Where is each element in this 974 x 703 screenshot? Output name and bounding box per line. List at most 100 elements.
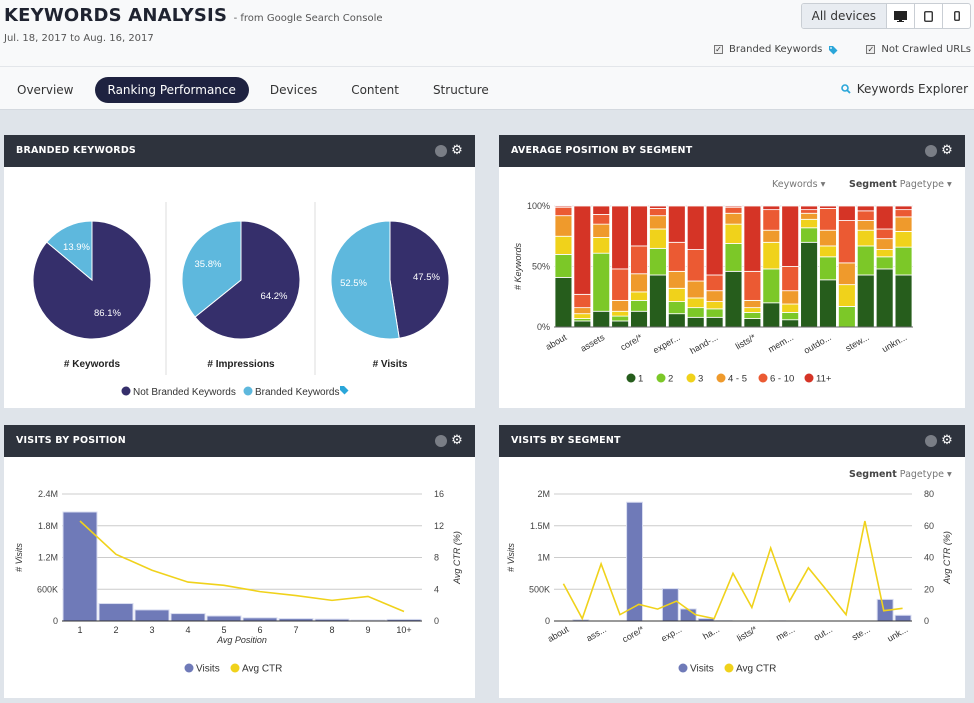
x-tick-label: ass... — [584, 624, 608, 643]
stacked-bar-segment — [592, 205, 611, 215]
stacked-bar-segment — [592, 223, 611, 238]
y-tick-label: 1.5M — [530, 521, 550, 531]
panel-header: BRANDED KEYWORDS ⚙ — [4, 135, 475, 167]
pie-label-branded: 52.5% — [340, 278, 367, 289]
legend-label: 4 - 5 — [728, 374, 747, 385]
stacked-bar-segment — [649, 205, 667, 209]
stacked-bar-segment — [592, 214, 611, 225]
stacked-bar-segment — [611, 315, 629, 322]
y2-tick-label: 4 — [434, 584, 439, 594]
y-axis-label: # Visits — [14, 543, 24, 572]
stacked-bar-segment — [875, 268, 894, 328]
visits-bar — [661, 588, 679, 622]
tag-icon — [340, 386, 349, 395]
tablet-button[interactable] — [914, 4, 942, 28]
tab-devices[interactable]: Devices — [253, 77, 334, 103]
stacked-bar-segment — [667, 313, 686, 328]
all-devices-button[interactable]: All devices — [801, 4, 886, 28]
stacked-bar-segment — [554, 235, 573, 255]
stacked-bar-segment — [838, 306, 856, 328]
date-range[interactable]: Jul. 18, 2017 to Aug. 16, 2017 — [4, 33, 154, 44]
x-tick-label: 2 — [113, 625, 118, 635]
not-crawled-urls-label: Not Crawled URLs — [881, 44, 971, 55]
y-axis-label: # Visits — [506, 543, 516, 572]
y-tick-label: 50% — [532, 262, 550, 272]
branded-keywords-filter[interactable]: ✓ Branded Keywords — [714, 44, 838, 55]
stacked-bar-segment — [781, 312, 800, 321]
y2-tick-label: 12 — [434, 521, 444, 531]
x-tick-label: 7 — [293, 625, 298, 635]
tab-bar: Overview Ranking Performance Devices Con… — [0, 77, 506, 103]
branded-keywords-label: Branded Keywords — [729, 44, 823, 55]
stacked-bar-segment — [649, 247, 667, 276]
visits-bar — [62, 511, 98, 622]
stacked-bar-segment — [649, 208, 667, 217]
legend-swatch — [758, 373, 768, 383]
header-divider — [0, 66, 974, 67]
stacked-bar-segment — [743, 307, 762, 313]
stacked-bar-segment — [630, 299, 648, 312]
gear-icon[interactable]: ⚙ — [451, 144, 463, 157]
x-tick-label: 3 — [149, 625, 154, 635]
tab-structure[interactable]: Structure — [416, 77, 506, 103]
export-icon[interactable] — [925, 144, 938, 157]
export-icon[interactable] — [435, 434, 448, 447]
top-bar: KEYWORDS ANALYSIS - from Google Search C… — [0, 0, 974, 110]
export-icon[interactable] — [925, 434, 938, 447]
legend-label: 1 — [638, 374, 643, 385]
x-tick-label: lists/* — [735, 624, 759, 644]
stacked-bar-segment — [592, 310, 611, 328]
stacked-bar-segment — [894, 231, 913, 248]
mobile-icon — [953, 11, 960, 21]
tab-overview[interactable]: Overview — [0, 77, 91, 103]
stacked-bar-segment — [686, 297, 705, 309]
x-tick-label: ha... — [701, 624, 721, 641]
stacked-bar-segment — [894, 246, 913, 276]
average-position-panel: AVERAGE POSITION BY SEGMENT ⚙ Keywords ▾… — [499, 135, 965, 408]
ctr-line — [79, 520, 405, 613]
tab-ranking-performance[interactable]: Ranking Performance — [94, 77, 249, 103]
checkbox[interactable]: ✓ — [866, 45, 876, 54]
stacked-bar-segment — [573, 320, 592, 328]
stacked-bar-segment — [592, 237, 611, 254]
mobile-button[interactable] — [942, 4, 970, 28]
gear-icon[interactable]: ⚙ — [941, 434, 953, 447]
pie-label-branded: 35.8% — [195, 259, 222, 270]
x-tick-label: ste... — [850, 624, 872, 642]
tab-content[interactable]: Content — [334, 77, 416, 103]
gear-icon[interactable]: ⚙ — [941, 144, 953, 157]
checkbox[interactable]: ✓ — [714, 45, 723, 54]
stacked-bar-segment — [856, 210, 875, 221]
panel-header: VISITS BY SEGMENT ⚙ — [499, 425, 965, 457]
panel-title: VISITS BY SEGMENT — [511, 435, 621, 446]
pie-label-not-branded: 64.2% — [261, 291, 288, 302]
pie-title: # Impressions — [207, 359, 275, 370]
y-tick-label: 0% — [537, 322, 550, 332]
stacked-bar-segment — [573, 313, 592, 319]
x-tick-label: about — [546, 624, 571, 644]
stacked-bar-segment — [743, 205, 762, 272]
stacked-bar-segment — [819, 205, 837, 209]
not-crawled-urls-filter[interactable]: ✓ Not Crawled URLs — [866, 44, 971, 55]
x-tick-label: me... — [774, 624, 796, 643]
stacked-bar-segment — [686, 280, 705, 299]
stacked-bar-segment — [573, 307, 592, 315]
keywords-explorer-link[interactable]: Keywords Explorer — [840, 82, 968, 96]
legend-swatch-not-branded — [121, 386, 131, 396]
stacked-bar-segment — [686, 307, 705, 318]
stacked-bar-segment — [611, 310, 629, 317]
pie-label-not-branded: 86.1% — [94, 308, 121, 319]
legend-swatch-ctr — [724, 663, 734, 673]
desktop-button[interactable] — [886, 4, 914, 28]
visits-bar — [679, 608, 697, 622]
stacked-bar-segment — [800, 218, 818, 229]
legend-swatch — [686, 373, 696, 383]
gear-icon[interactable]: ⚙ — [451, 434, 463, 447]
x-tick-label: 6 — [257, 625, 262, 635]
stacked-bar-segment — [856, 220, 875, 231]
export-icon[interactable] — [435, 144, 448, 157]
x-tick-label: 8 — [329, 625, 334, 635]
stacked-bar-segment — [667, 287, 686, 302]
stacked-bar-segment — [875, 256, 894, 270]
visits-bar — [170, 613, 206, 622]
